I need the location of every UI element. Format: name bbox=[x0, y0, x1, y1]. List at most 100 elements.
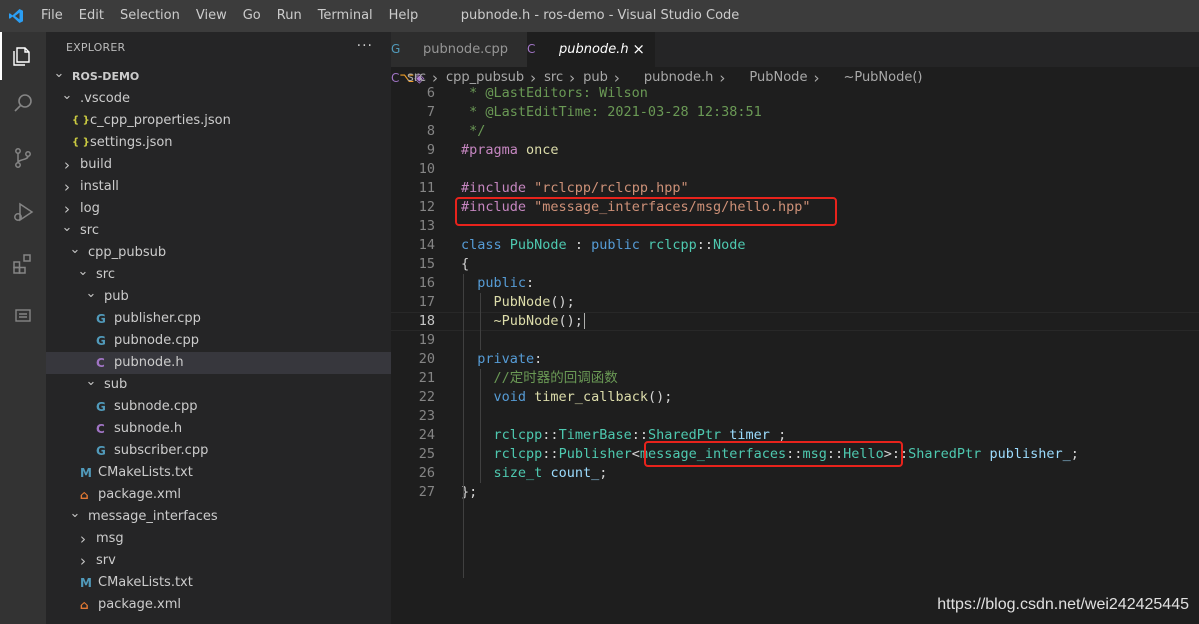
tab-pubnode-h[interactable]: Cpubnode.h × bbox=[527, 32, 655, 67]
token: timer_callback bbox=[534, 389, 648, 405]
chevron-right-icon[interactable]: › bbox=[60, 154, 74, 176]
more-actions-icon[interactable]: ··· bbox=[357, 32, 373, 64]
line-number: 21 bbox=[418, 370, 435, 386]
source-control-icon[interactable] bbox=[0, 134, 46, 182]
code-line-18[interactable]: 18 ~PubNode(); bbox=[391, 312, 1199, 331]
tree-folder-msg[interactable]: › msg bbox=[46, 528, 391, 550]
chevron-right-icon[interactable]: › bbox=[76, 528, 90, 550]
chevron-right-icon[interactable]: › bbox=[60, 176, 74, 198]
tree-folder-pub[interactable]: ⌄ pub bbox=[46, 286, 391, 308]
chevron-down-icon[interactable]: ⌄ bbox=[84, 374, 98, 396]
code-text: size_t count_; bbox=[461, 464, 608, 483]
run-debug-icon[interactable] bbox=[0, 188, 46, 236]
tree-file-subscriber-cpp[interactable]: Gsubscriber.cpp bbox=[46, 440, 391, 462]
tree-file-pubnode-cpp[interactable]: Gpubnode.cpp bbox=[46, 330, 391, 352]
code-line-11[interactable]: 11 #include "rclcpp/rclcpp.hpp" bbox=[391, 179, 1199, 198]
cpp-file-icon: G bbox=[391, 42, 401, 56]
close-icon[interactable]: × bbox=[632, 32, 645, 67]
line-number: 14 bbox=[418, 237, 435, 253]
tree-folder-message-interfaces[interactable]: ⌄ message_interfaces bbox=[46, 506, 391, 528]
token: void bbox=[493, 389, 527, 405]
tree-folder-build[interactable]: › build bbox=[46, 154, 391, 176]
menu-file[interactable]: File bbox=[33, 0, 71, 32]
remote-explorer-icon[interactable] bbox=[0, 292, 46, 340]
tree-file-settings-json[interactable]: { } settings.json bbox=[46, 132, 391, 154]
tree-file-publisher-cpp[interactable]: Gpublisher.cpp bbox=[46, 308, 391, 330]
tree-file-subnode-h[interactable]: Csubnode.h bbox=[46, 418, 391, 440]
code-line-23[interactable]: 23 bbox=[391, 407, 1199, 426]
tab-pubnode-cpp[interactable]: Gpubnode.cpp bbox=[391, 32, 527, 67]
tree-item-label: pubnode.cpp bbox=[114, 333, 199, 348]
text-cursor bbox=[583, 313, 585, 329]
menu-run[interactable]: Run bbox=[269, 0, 310, 32]
line-number: 10 bbox=[418, 161, 435, 177]
explorer-icon[interactable] bbox=[0, 32, 46, 80]
extensions-icon[interactable] bbox=[0, 240, 46, 288]
token: ; bbox=[1070, 446, 1079, 462]
chevron-down-icon[interactable]: ⌄ bbox=[60, 220, 74, 242]
code-line-9[interactable]: 9 #pragma once bbox=[391, 141, 1199, 160]
tree-file-subnode-cpp[interactable]: Gsubnode.cpp bbox=[46, 396, 391, 418]
menu-help[interactable]: Help bbox=[381, 0, 427, 32]
code-line-10[interactable]: 10 bbox=[391, 160, 1199, 179]
code-line-22[interactable]: 22 void timer_callback(); bbox=[391, 388, 1199, 407]
vscode-logo-icon[interactable] bbox=[8, 8, 24, 24]
tree-item-label: install bbox=[80, 179, 119, 194]
code-text: //定时器的回调函数 bbox=[461, 369, 618, 388]
line-number: 11 bbox=[418, 180, 435, 196]
tree-file-package-xml[interactable]: ⌂ package.xml bbox=[46, 484, 391, 506]
tree-folder-install[interactable]: › install bbox=[46, 176, 391, 198]
chevron-down-icon[interactable]: ⌄ bbox=[84, 286, 98, 308]
tree-file-c-cpp-properties-json[interactable]: { } c_cpp_properties.json bbox=[46, 110, 391, 132]
code-line-8[interactable]: 8 */ bbox=[391, 122, 1199, 141]
code-line-20[interactable]: 20 private: bbox=[391, 350, 1199, 369]
menu-terminal[interactable]: Terminal bbox=[310, 0, 381, 32]
token: { bbox=[461, 256, 470, 272]
tree-file-cmakelists-txt[interactable]: M CMakeLists.txt bbox=[46, 462, 391, 484]
chevron-down-icon[interactable]: ⌄ bbox=[68, 242, 82, 264]
chevron-down-icon[interactable]: ⌄ bbox=[52, 66, 66, 88]
menu-view[interactable]: View bbox=[188, 0, 235, 32]
tree-folder-sub[interactable]: ⌄ sub bbox=[46, 374, 391, 396]
tree-folder-log[interactable]: › log bbox=[46, 198, 391, 220]
activity-bar bbox=[0, 32, 46, 624]
token: #pragma bbox=[461, 142, 518, 158]
code-line-27[interactable]: 27}; bbox=[391, 483, 1199, 502]
search-icon[interactable] bbox=[0, 80, 46, 128]
chevron-down-icon[interactable]: ⌄ bbox=[60, 88, 74, 110]
menu-go[interactable]: Go bbox=[235, 0, 269, 32]
chevron-down-icon[interactable]: ⌄ bbox=[76, 264, 90, 286]
tree-folder-src[interactable]: ⌄ src bbox=[46, 264, 391, 286]
tree-folder--vscode[interactable]: ⌄ .vscode bbox=[46, 88, 391, 110]
code-line-17[interactable]: 17 PubNode(); bbox=[391, 293, 1199, 312]
code-line-6[interactable]: 6 * @LastEditors: Wilson bbox=[391, 84, 1199, 103]
code-line-21[interactable]: 21 //定时器的回调函数 bbox=[391, 369, 1199, 388]
menu-edit[interactable]: Edit bbox=[71, 0, 112, 32]
tree-folder-ros-demo[interactable]: ⌄ ROS-DEMO bbox=[46, 66, 391, 88]
chevron-down-icon[interactable]: ⌄ bbox=[68, 506, 82, 528]
tree-folder-srv[interactable]: › srv bbox=[46, 550, 391, 572]
h-file-icon: C bbox=[96, 356, 105, 370]
chevron-right-icon[interactable]: › bbox=[60, 198, 74, 220]
code-view[interactable]: 6 * @LastEditors: Wilson 7 * @LastEditTim… bbox=[391, 84, 1199, 578]
cmake-file-icon: M bbox=[80, 466, 92, 480]
code-line-14[interactable]: 14 class PubNode : public rclcpp::Node bbox=[391, 236, 1199, 255]
token: count_ bbox=[550, 465, 600, 481]
tab-label: pubnode.h bbox=[559, 42, 629, 57]
code-line-7[interactable]: 7 * @LastEditTime: 2021-03-28 12:38:51 bbox=[391, 103, 1199, 122]
code-line-15[interactable]: 15 { bbox=[391, 255, 1199, 274]
code-text: class PubNode : public rclcpp::Node bbox=[461, 236, 746, 255]
chevron-right-icon[interactable]: › bbox=[76, 550, 90, 572]
tree-item-label: cpp_pubsub bbox=[88, 245, 167, 260]
tree-folder-src[interactable]: ⌄ src bbox=[46, 220, 391, 242]
code-line-16[interactable]: 16 public: bbox=[391, 274, 1199, 293]
menu-selection[interactable]: Selection bbox=[112, 0, 188, 32]
annotation-box-hello-type bbox=[644, 441, 903, 467]
tree-file-pubnode-h[interactable]: Cpubnode.h bbox=[46, 352, 391, 374]
tree-folder-cpp-pubsub[interactable]: ⌄ cpp_pubsub bbox=[46, 242, 391, 264]
tree-file-package-xml[interactable]: ⌂ package.xml bbox=[46, 594, 391, 616]
code-line-19[interactable]: 19 bbox=[391, 331, 1199, 350]
token: PubNode bbox=[509, 237, 567, 253]
tree-file-cmakelists-txt[interactable]: M CMakeLists.txt bbox=[46, 572, 391, 594]
